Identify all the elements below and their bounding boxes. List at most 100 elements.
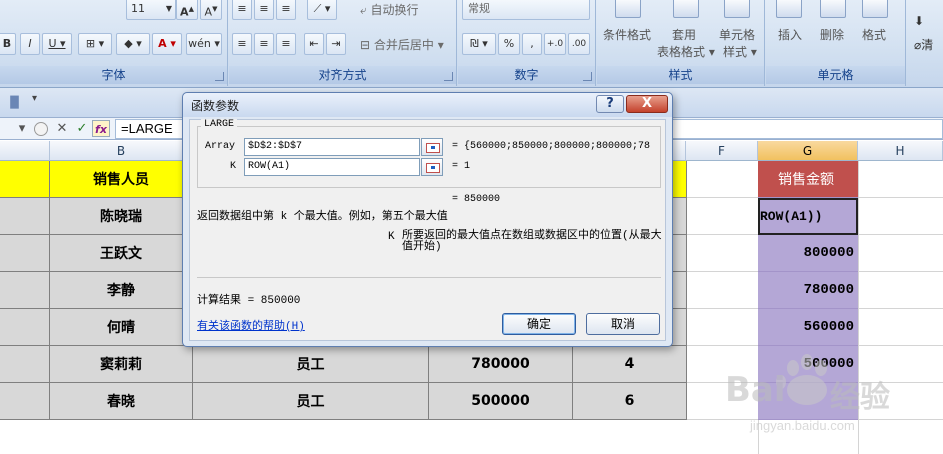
column-header-f[interactable]: F [686, 141, 758, 161]
fill-icon[interactable]: ⬇ [914, 14, 924, 28]
close-button[interactable]: X [626, 95, 668, 113]
header-cell-a[interactable] [0, 161, 50, 198]
cell-style-icon [724, 0, 750, 18]
divider [197, 277, 661, 278]
column-header-g[interactable]: G [758, 141, 858, 161]
number-group: 常规 ₪ ▾ % , +.0 .00 数字 [458, 0, 596, 86]
header-cell-salesperson[interactable]: 销售人员 [50, 161, 193, 198]
k-arg-label: K [230, 161, 237, 172]
font-group: 11 ▼ A▲ A▼ B I U ▾ ⊞ ▾ ◆ ▾ A ▾ wén ▾ 字体 [0, 0, 228, 86]
increase-decimal-button[interactable]: +.0 [544, 33, 566, 55]
salesperson-cell[interactable]: 何晴 [50, 309, 193, 346]
orientation-button[interactable]: ⟋ ▾ [307, 0, 337, 20]
function-description: 返回数据组中第 k 个最大值。例如，第五个最大值 [197, 211, 448, 223]
table-cell[interactable] [0, 383, 50, 420]
delete-button[interactable]: 删除 [820, 26, 844, 43]
salesperson-cell[interactable]: 陈晓瑞 [50, 198, 193, 235]
dialog-launcher-icon[interactable] [215, 72, 224, 81]
sales-amount-cell[interactable]: 780000 [758, 272, 858, 309]
array-collapse-ref-button[interactable] [421, 138, 443, 156]
salesperson-cell[interactable]: 窦莉莉 [50, 346, 193, 383]
cancel-button[interactable]: 取消 [586, 313, 660, 335]
grow-font-button[interactable]: A▲ [176, 0, 198, 20]
conditional-format-button[interactable]: 条件格式 [603, 26, 651, 43]
sales-amount-header[interactable]: 销售金额 [758, 161, 858, 198]
phonetic-button[interactable]: wén ▾ [186, 33, 222, 55]
merge-center-button[interactable]: ⊟ 合并后居中 ▾ [360, 36, 444, 53]
salesperson-name: 陈晓瑞 [100, 209, 142, 225]
watermark-logo-2: 经验 [830, 380, 890, 415]
borders-button[interactable]: ⊞ ▾ [78, 33, 112, 55]
table-cell[interactable] [0, 272, 50, 309]
rank-cell[interactable]: 4 [573, 346, 687, 383]
font-color-button[interactable]: A ▾ [152, 33, 182, 55]
accounting-button[interactable]: ₪ ▾ [462, 33, 496, 55]
column-header-a[interactable] [0, 141, 50, 161]
namebox-dropdown-icon[interactable]: ▾ [14, 120, 30, 137]
table-cell[interactable] [0, 235, 50, 272]
dialog-titlebar[interactable]: 函数参数 ? X [183, 93, 672, 117]
amount-cell[interactable]: 780000 [429, 346, 573, 383]
sales-amount-cell[interactable]: 800000 [758, 235, 858, 272]
delete-icon [820, 0, 846, 18]
customize-qat-icon[interactable]: ▾ [32, 93, 37, 104]
bold-button[interactable]: B [0, 33, 16, 55]
italic-button[interactable]: I [20, 33, 40, 55]
format-button[interactable]: 格式 [862, 26, 886, 43]
amount-cell[interactable]: 500000 [429, 383, 573, 420]
rank-cell[interactable]: 6 [573, 383, 687, 420]
decrease-decimal-button[interactable]: .00 [568, 33, 590, 55]
column-header-h[interactable]: H [858, 141, 943, 161]
clear-button[interactable]: ⌀清 [914, 36, 933, 53]
salesperson-cell[interactable]: 王跃文 [50, 235, 193, 272]
rank-value: 4 [624, 356, 635, 372]
cell-style-button[interactable]: 单元格 [719, 26, 755, 43]
cancel-formula-icon[interactable]: ✕ [54, 120, 70, 137]
dialog-launcher-icon[interactable] [444, 72, 453, 81]
chart-icon[interactable]: ▐▌ [6, 96, 23, 109]
styles-group-label: 样式 [597, 66, 764, 84]
table-cell[interactable] [0, 346, 50, 383]
wrap-text-button[interactable]: ⤶ 自动换行 [360, 1, 419, 18]
number-format-select[interactable]: 常规 [462, 0, 590, 20]
alignment-group-label: 对齐方式 [229, 66, 456, 84]
align-top-button[interactable]: ≡ [232, 0, 252, 20]
k-arg-input[interactable]: ROW(A1) [244, 158, 420, 176]
underline-button[interactable]: U ▾ [42, 33, 72, 55]
table-cell[interactable] [0, 309, 50, 346]
align-left-button[interactable]: ≡ [232, 33, 252, 55]
insert-function-button[interactable]: fx [92, 120, 110, 137]
salesperson-name: 王跃文 [100, 246, 142, 262]
role-cell[interactable]: 员工 [193, 346, 429, 383]
styles-group: 条件格式 套用 表格格式 ▾ 单元格 样式 ▾ 样式 [597, 0, 765, 86]
k-collapse-ref-button[interactable] [421, 158, 443, 176]
column-header-b[interactable]: B [50, 141, 193, 161]
array-arg-input[interactable]: $D$2:$D$7 [244, 138, 420, 156]
header-salesperson-label: 销售人员 [93, 172, 149, 188]
align-middle-button[interactable]: ≡ [254, 0, 274, 20]
ok-button[interactable]: 确定 [502, 313, 576, 335]
percent-button[interactable]: % [498, 33, 520, 55]
increase-indent-button[interactable]: ⇥ [326, 33, 346, 55]
align-right-button[interactable]: ≡ [276, 33, 296, 55]
fill-color-button[interactable]: ◆ ▾ [116, 33, 150, 55]
align-center-button[interactable]: ≡ [254, 33, 274, 55]
active-cell-g2[interactable]: ROW(A1)) [758, 198, 858, 235]
dialog-launcher-icon[interactable] [583, 72, 592, 81]
formula-circle-icon [34, 122, 48, 136]
help-link[interactable]: 有关该函数的帮助(H) [197, 317, 305, 333]
table-format-button[interactable]: 套用 [672, 26, 696, 43]
insert-button[interactable]: 插入 [778, 26, 802, 43]
salesperson-cell[interactable]: 春晓 [50, 383, 193, 420]
salesperson-cell[interactable]: 李静 [50, 272, 193, 309]
help-button[interactable]: ? [596, 95, 624, 113]
align-bottom-button[interactable]: ≡ [276, 0, 296, 20]
enter-formula-icon[interactable]: ✓ [74, 120, 90, 137]
comma-button[interactable]: , [522, 33, 542, 55]
role-cell[interactable]: 员工 [193, 383, 429, 420]
table-cell[interactable] [0, 198, 50, 235]
font-size-select[interactable]: 11 ▼ [126, 0, 176, 20]
shrink-font-button[interactable]: A▼ [200, 0, 222, 20]
sales-amount-cell[interactable]: 560000 [758, 309, 858, 346]
decrease-indent-button[interactable]: ⇤ [304, 33, 324, 55]
